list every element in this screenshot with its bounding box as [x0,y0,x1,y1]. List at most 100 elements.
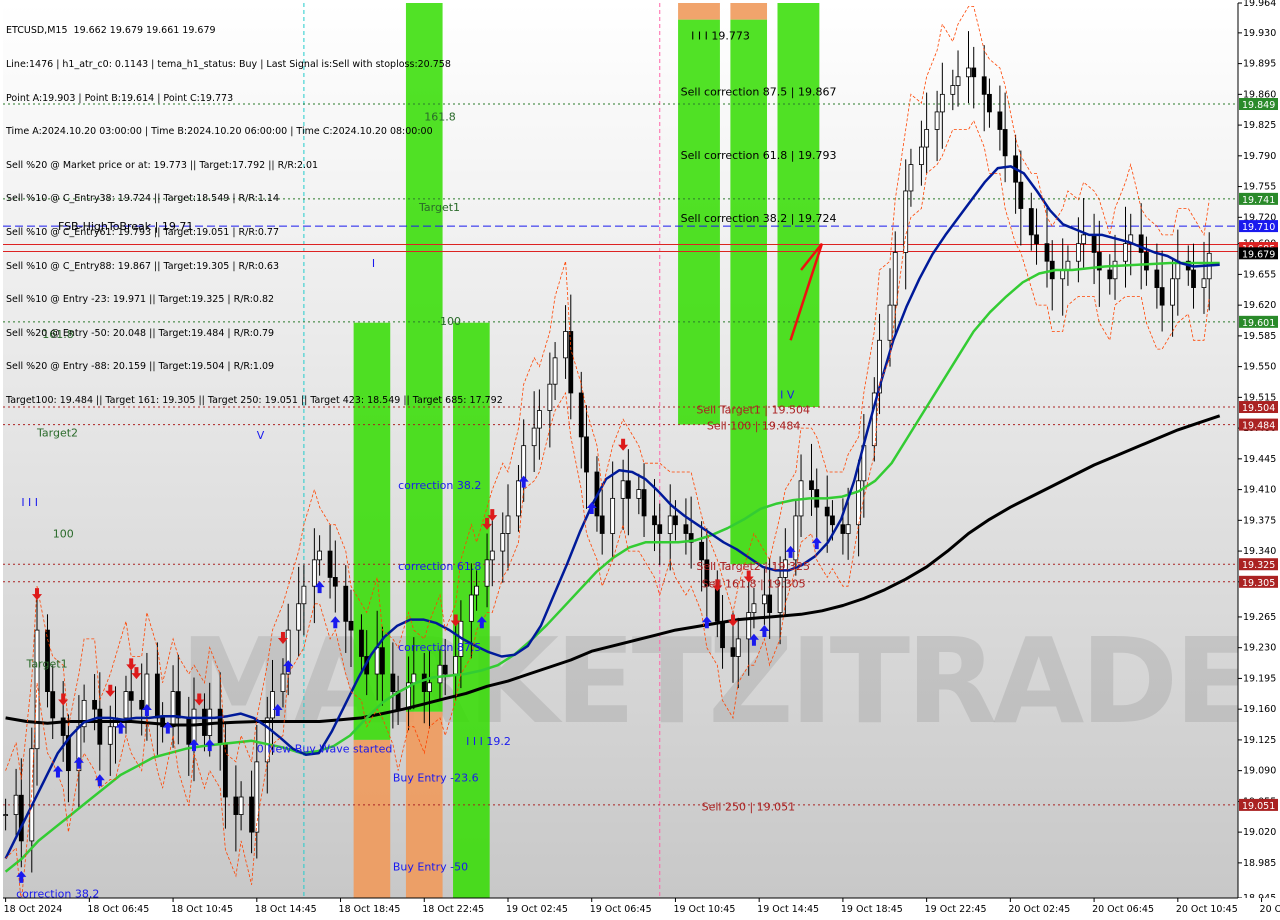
chart-label: Buy Entry -50 [393,860,468,873]
candle-body [254,761,260,833]
time-tick-label: 19 Oct 02:45 [506,904,568,915]
candle-body [1065,260,1071,271]
candle-body [657,524,663,534]
candle-body [92,699,97,710]
candle-body [908,164,914,192]
candle-body [521,445,527,482]
chart-label: correction 38.2 [398,479,481,492]
candle-body [107,726,113,745]
info-line-3: Time A:2024.10.20 03:00:00 | Time B:2024… [6,126,433,138]
candle-body [1170,278,1175,306]
price-tick-label: 19.375 [1243,515,1276,526]
candle-body [13,794,19,815]
candle-body [202,708,207,736]
chart-label: I I I [21,496,38,509]
candle-body [720,620,725,649]
candle-body [500,533,506,552]
candle-body [238,796,244,815]
candle-body [793,515,799,561]
candle-body [18,794,24,842]
candle-body [123,691,129,719]
candle-body [1191,269,1196,288]
time-tick-label: 18 Oct 14:45 [255,904,317,915]
price-tick-label: 19.265 [1243,612,1276,623]
signal-zone-1 [353,739,391,898]
candle-body [390,673,396,692]
time-tick-label: 20 Oct 06:45 [1092,904,1154,915]
candle-body [568,331,574,394]
candle-body [270,691,275,719]
price-badge-label: 19.484 [1242,421,1275,432]
price-badge-label: 19.305 [1242,578,1275,589]
candle-body [359,629,364,657]
candle-body [762,594,767,605]
candle-body [840,524,846,534]
price-tick-label: 19.020 [1243,827,1276,838]
chart-label: Sell correction 87.5 | 19.867 [681,86,837,99]
chart-label: I I I 19.773 [691,29,750,42]
price-badge-label: 19.679 [1242,249,1275,260]
candle-body [584,436,589,473]
candle-body [531,427,537,447]
candle-body [379,647,385,675]
candle-body [730,647,736,657]
info-line-6: Sell %10 @ C_Entry61: 19.793 || Target:1… [6,226,280,238]
price-tick-label: 19.550 [1243,362,1276,373]
candle-body [919,146,924,166]
candle-body [673,515,678,526]
symbol-line: ETCUSD,M15 19.662 19.679 19.661 19.679 [6,25,216,37]
candle-body [249,796,254,833]
candle-body [667,515,673,534]
candle-body [1028,208,1034,236]
price-tick-label: 19.090 [1243,766,1276,777]
candle-body [128,691,134,701]
price-tick-label: 19.410 [1243,485,1276,496]
candle-body [1154,269,1160,288]
candle-body [411,673,417,684]
price-badge-label: 19.325 [1242,560,1275,571]
price-tick-label: 19.895 [1243,59,1276,70]
candle-body [296,603,302,631]
candle-body [1123,243,1128,262]
price-badge-label: 19.710 [1242,222,1275,233]
candle-body [636,489,642,499]
candle-body [1018,181,1024,209]
info-panel: ETCUSD,M15 19.662 19.679 19.661 19.679 L… [6,3,503,429]
time-tick-label: 18 Oct 2024 [4,904,63,915]
time-tick-label: 19 Oct 10:45 [673,904,735,915]
chart-label: 100 [53,528,74,541]
candle-body [599,515,605,534]
price-badge-label: 19.051 [1242,801,1275,812]
candle-body [1201,278,1207,288]
candle-body [1075,243,1081,262]
chart-label: Target1 [26,657,68,670]
time-tick-label: 19 Oct 06:45 [590,904,652,915]
chart-label: correction 87.5 [398,641,481,654]
info-line-2: Point A:19.903 | Point B:19.614 | Point … [6,92,234,104]
time-tick-label: 18 Oct 10:45 [171,904,233,915]
candle-body [892,252,898,306]
candle-body [824,506,830,517]
candle-body [955,76,961,86]
candle-body [767,594,773,613]
candle-body [139,699,145,710]
time-tick-label: 19 Oct 18:45 [841,904,903,915]
candle-body [746,612,752,640]
candle-body [186,717,192,745]
price-tick-label: 18.985 [1243,858,1276,869]
price-badge-label: 19.601 [1242,318,1275,329]
candle-body [474,585,479,596]
signal-zone-9 [777,3,820,408]
candle-body [442,664,448,675]
candle-body [489,550,495,561]
price-tick-label: 19.195 [1243,673,1276,684]
candle-body [175,691,181,719]
candle-body [735,638,741,657]
candle-body [966,67,971,78]
candle-body [699,541,705,561]
chart-label: V [257,429,265,442]
candle-body [50,691,56,719]
candle-body [950,85,956,95]
time-tick-label: 18 Oct 18:45 [339,904,401,915]
candle-body [887,304,893,341]
